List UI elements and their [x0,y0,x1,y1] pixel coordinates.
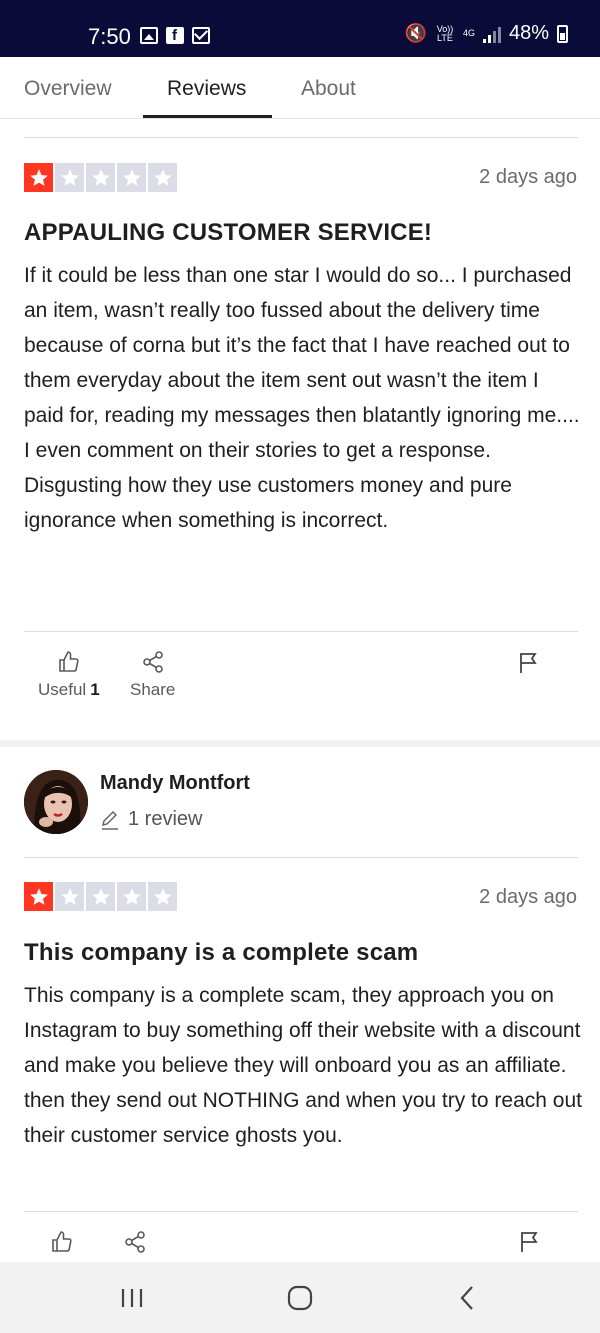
star-empty-icon [86,163,115,192]
gallery-icon [140,27,158,44]
flag-icon [521,1232,538,1252]
tab-about[interactable]: About [301,77,356,101]
useful-button[interactable]: Useful 1 [38,650,100,700]
battery-icon [557,24,568,43]
star-empty-icon [117,163,146,192]
notification-icons [140,27,210,44]
signal-icon [482,25,501,43]
star-empty-icon [117,882,146,911]
divider [24,1211,578,1212]
share-icon [125,1231,145,1253]
thumbs-up-icon [52,1231,72,1252]
star-filled-icon [24,163,53,192]
card-separator [0,740,600,747]
recent-apps-button[interactable] [112,1282,152,1314]
facebook-icon [166,27,184,44]
thumbs-up-icon [59,651,79,672]
report-button[interactable] [519,1230,541,1259]
share-icon [142,651,163,673]
review-body: If it could be less than one star I woul… [24,264,580,532]
star-empty-icon [55,882,84,911]
network-type: 4G [462,28,475,38]
tab-overview[interactable]: Overview [24,77,112,101]
useful-count: 1 [90,680,100,699]
divider [24,631,578,632]
reviewer-name[interactable]: Mandy Montfort [100,772,250,795]
star-rating [24,163,177,192]
mute-icon: 🔇 [404,23,427,43]
back-icon [460,1286,473,1310]
divider [24,137,578,138]
tab-bar: Overview Reviews About [0,57,600,119]
review-body: This company is a complete scam, they ap… [24,984,582,1147]
back-button[interactable] [448,1282,488,1314]
active-tab-indicator [143,115,272,118]
review-date: 2 days ago [479,886,577,908]
volte-icon: Vo)) LTE [436,23,454,43]
report-button[interactable] [518,651,540,680]
star-empty-icon [55,163,84,192]
status-time: 7:50 [88,24,131,49]
star-rating [24,882,177,911]
battery-level: 48% [508,22,549,44]
home-icon [287,1285,313,1311]
avatar[interactable] [24,770,88,834]
tab-reviews[interactable]: Reviews [167,77,246,101]
pencil-icon [101,810,118,830]
share-label: Share [130,680,176,699]
review-title: APPAULING CUSTOMER SERVICE! [24,219,433,246]
review-title: This company is a complete scam [24,939,419,966]
useful-button[interactable] [50,1230,74,1254]
reviewer-review-count: 1 review [100,808,202,831]
star-filled-icon [24,882,53,911]
star-empty-icon [148,163,177,192]
system-icons: 🔇 Vo)) LTE 4G 48% [405,22,568,45]
recent-apps-icon [121,1289,143,1307]
star-empty-icon [148,882,177,911]
home-button[interactable] [280,1282,320,1314]
share-button[interactable] [123,1230,147,1254]
star-empty-icon [86,882,115,911]
useful-label: Useful [38,680,87,699]
review-count-text: 1 review [128,808,203,830]
divider [24,857,578,858]
review-date: 2 days ago [479,166,577,188]
mail-icon [192,27,210,44]
share-button[interactable]: Share [130,650,175,700]
status-bar: 7:50 🔇 Vo)) LTE 4G 48% [0,0,600,57]
flag-icon [520,653,537,673]
system-nav-bar [0,1262,600,1333]
